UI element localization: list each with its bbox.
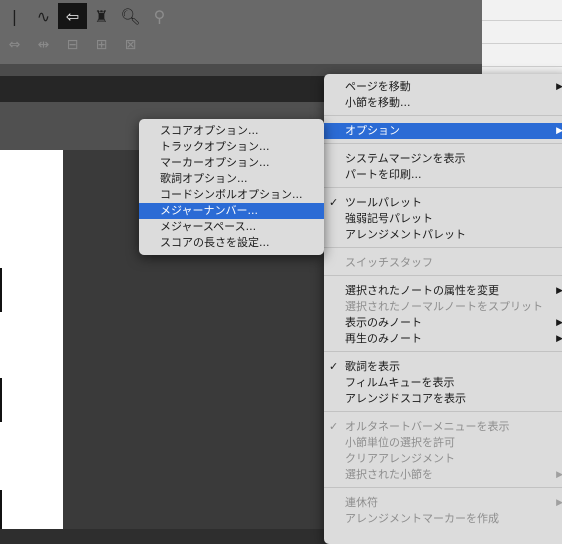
menu-item[interactable]: 表示のみノート ▶ xyxy=(324,315,562,331)
submenu-arrow-icon: ▶ xyxy=(556,498,562,508)
menu-item[interactable]: 選択されたノートの属性を変更 ▶ xyxy=(324,283,562,299)
background-window xyxy=(482,0,562,76)
submenu-arrow-icon: ▶ xyxy=(556,334,562,344)
submenu-item-label: 歌詞オプション... xyxy=(160,172,248,185)
checkmark-icon: ✓ xyxy=(329,360,339,373)
options-submenu: スコアオプション... トラックオプション... マーカーオプション... 歌詞オプシ… xyxy=(139,119,324,255)
menu-item-label: 選択されたノーマルノートをスプリット xyxy=(345,300,543,313)
menu-item: 選択された小節を ▶ xyxy=(324,467,562,483)
menu-item-label: クリアアレンジメント xyxy=(345,452,455,465)
menu-separator xyxy=(324,275,562,276)
submenu-item[interactable]: トラックオプション... xyxy=(139,139,324,155)
menu-item-label: システムマージンを表示 xyxy=(345,152,466,165)
menu-item: アレンジメントマーカーを作成 xyxy=(324,511,562,527)
menu-item-label: スイッチスタッフ xyxy=(345,256,433,269)
menu-item[interactable]: アレンジメントパレット xyxy=(324,227,562,243)
menu-item[interactable]: 再生のみノート ▶ xyxy=(324,331,562,347)
menu-item-label: オルタネートバーメニューを表示 xyxy=(345,420,510,433)
menu-separator xyxy=(324,351,562,352)
menu-item-label: フィルムキューを表示 xyxy=(345,376,455,389)
submenu-item-label: コードシンボルオプション... xyxy=(160,188,303,201)
menu-item: 連休符 ▶ xyxy=(324,495,562,511)
submenu-item-label: メジャーナンバー... xyxy=(160,204,258,217)
menu-item: スイッチスタッフ xyxy=(324,255,562,271)
submenu-item[interactable]: スコアオプション... xyxy=(139,123,324,139)
menu-item-label: 連休符 xyxy=(345,496,378,509)
tool-row-bottom: ⇔ ⇹ ⊟ ⊞ ⊠ xyxy=(0,32,145,58)
system-resize-icon[interactable]: ⊠ xyxy=(116,32,145,58)
menu-item[interactable]: ✓ ツールパレット xyxy=(324,195,562,211)
submenu-arrow-icon: ▶ xyxy=(556,126,562,136)
context-menu: ページを移動 ▶ 小節を移動... オプション ▶ システムマージンを表示 パートを印刷..… xyxy=(324,74,562,544)
submenu-item-label: マーカーオプション... xyxy=(160,156,270,169)
menu-item[interactable]: 小節を移動... xyxy=(324,95,562,111)
submenu-item-label: トラックオプション... xyxy=(160,140,270,153)
menu-item-label: 選択された小節を xyxy=(345,468,433,481)
menu-item: ✓ オルタネートバーメニューを表示 xyxy=(324,419,562,435)
submenu-arrow-icon: ▶ xyxy=(556,470,562,480)
menu-item[interactable]: パートを印刷... xyxy=(324,167,562,183)
arrow-left-tool-icon[interactable]: ⇦ xyxy=(58,3,87,29)
checkmark-icon: ✓ xyxy=(329,196,339,209)
menu-separator xyxy=(324,115,562,116)
menu-item-label: ページを移動 xyxy=(345,80,411,93)
submenu-item-label: スコアの長さを設定... xyxy=(160,236,270,249)
submenu-arrow-icon: ▶ xyxy=(556,82,562,92)
menu-item[interactable]: オプション ▶ xyxy=(324,123,562,139)
menu-item[interactable]: 強弱記号パレット xyxy=(324,211,562,227)
zoom-tool-icon[interactable]: 🔍︎ xyxy=(116,3,145,29)
menu-item-label: 強弱記号パレット xyxy=(345,212,433,225)
menu-item-label: 選択されたノートの属性を変更 xyxy=(345,284,499,297)
menu-item[interactable]: ✓ 歌詞を表示 xyxy=(324,359,562,375)
score-page xyxy=(0,150,63,529)
menu-separator xyxy=(324,411,562,412)
submenu-item-label: スコアオプション... xyxy=(160,124,259,137)
tool-row-top: | ∿ ⇦ ♜ 🔍︎ ⚲ xyxy=(0,3,174,29)
menu-item[interactable]: ページを移動 ▶ xyxy=(324,79,562,95)
submenu-item[interactable]: スコアの長さを設定... xyxy=(139,235,324,251)
menu-item-label: 再生のみノート xyxy=(345,332,422,345)
menu-item-label: オプション xyxy=(345,124,400,137)
menu-item[interactable]: フィルムキューを表示 xyxy=(324,375,562,391)
submenu-item[interactable]: メジャーナンバー... xyxy=(139,203,324,219)
menu-item: 小節単位の選択を許可 xyxy=(324,435,562,451)
submenu-item[interactable]: コードシンボルオプション... xyxy=(139,187,324,203)
tool-palette: | ∿ ⇦ ♜ 🔍︎ ⚲ ⇔ ⇹ ⊟ ⊞ ⊠ xyxy=(0,0,482,64)
playback-cursor-tool-icon[interactable]: ⚲ xyxy=(145,3,174,29)
submenu-arrow-icon: ▶ xyxy=(556,318,562,328)
submenu-arrow-icon: ▶ xyxy=(556,286,562,296)
menu-separator xyxy=(324,143,562,144)
submenu-item[interactable]: メジャースペース... xyxy=(139,219,324,235)
curve-tool-icon[interactable]: ∿ xyxy=(29,3,58,29)
menu-item-label: 小節単位の選択を許可 xyxy=(345,436,455,449)
measure-width-icon[interactable]: ⊟ xyxy=(58,32,87,58)
menu-item-label: アレンジメントマーカーを作成 xyxy=(345,512,499,525)
submenu-item[interactable]: マーカーオプション... xyxy=(139,155,324,171)
menu-item-label: パートを印刷... xyxy=(345,168,422,181)
menu-item: クリアアレンジメント xyxy=(324,451,562,467)
menu-separator xyxy=(324,487,562,488)
menu-item-label: アレンジドスコアを表示 xyxy=(345,392,466,405)
menu-item-label: 小節を移動... xyxy=(345,96,411,109)
submenu-item[interactable]: 歌詞オプション... xyxy=(139,171,324,187)
submenu-item-label: メジャースペース... xyxy=(160,220,257,233)
checkmark-icon: ✓ xyxy=(329,420,339,433)
menu-item[interactable]: アレンジドスコアを表示 xyxy=(324,391,562,407)
staff-resize-icon[interactable]: ⊞ xyxy=(87,32,116,58)
menu-item[interactable]: システムマージンを表示 xyxy=(324,151,562,167)
menu-item-label: 歌詞を表示 xyxy=(345,360,400,373)
menu-item-label: アレンジメントパレット xyxy=(345,228,466,241)
menu-item-label: ツールパレット xyxy=(345,196,422,209)
spacing-tool-icon[interactable]: ⇹ xyxy=(29,32,58,58)
menu-item-label: 表示のみノート xyxy=(345,316,422,329)
menu-separator xyxy=(324,247,562,248)
menu-item: 選択されたノーマルノートをスプリット xyxy=(324,299,562,315)
bracket-tool-icon[interactable]: | xyxy=(0,3,29,29)
expand-horizontal-icon[interactable]: ⇔ xyxy=(0,32,29,58)
eraser-tool-icon[interactable]: ♜ xyxy=(87,3,116,29)
menu-separator xyxy=(324,187,562,188)
